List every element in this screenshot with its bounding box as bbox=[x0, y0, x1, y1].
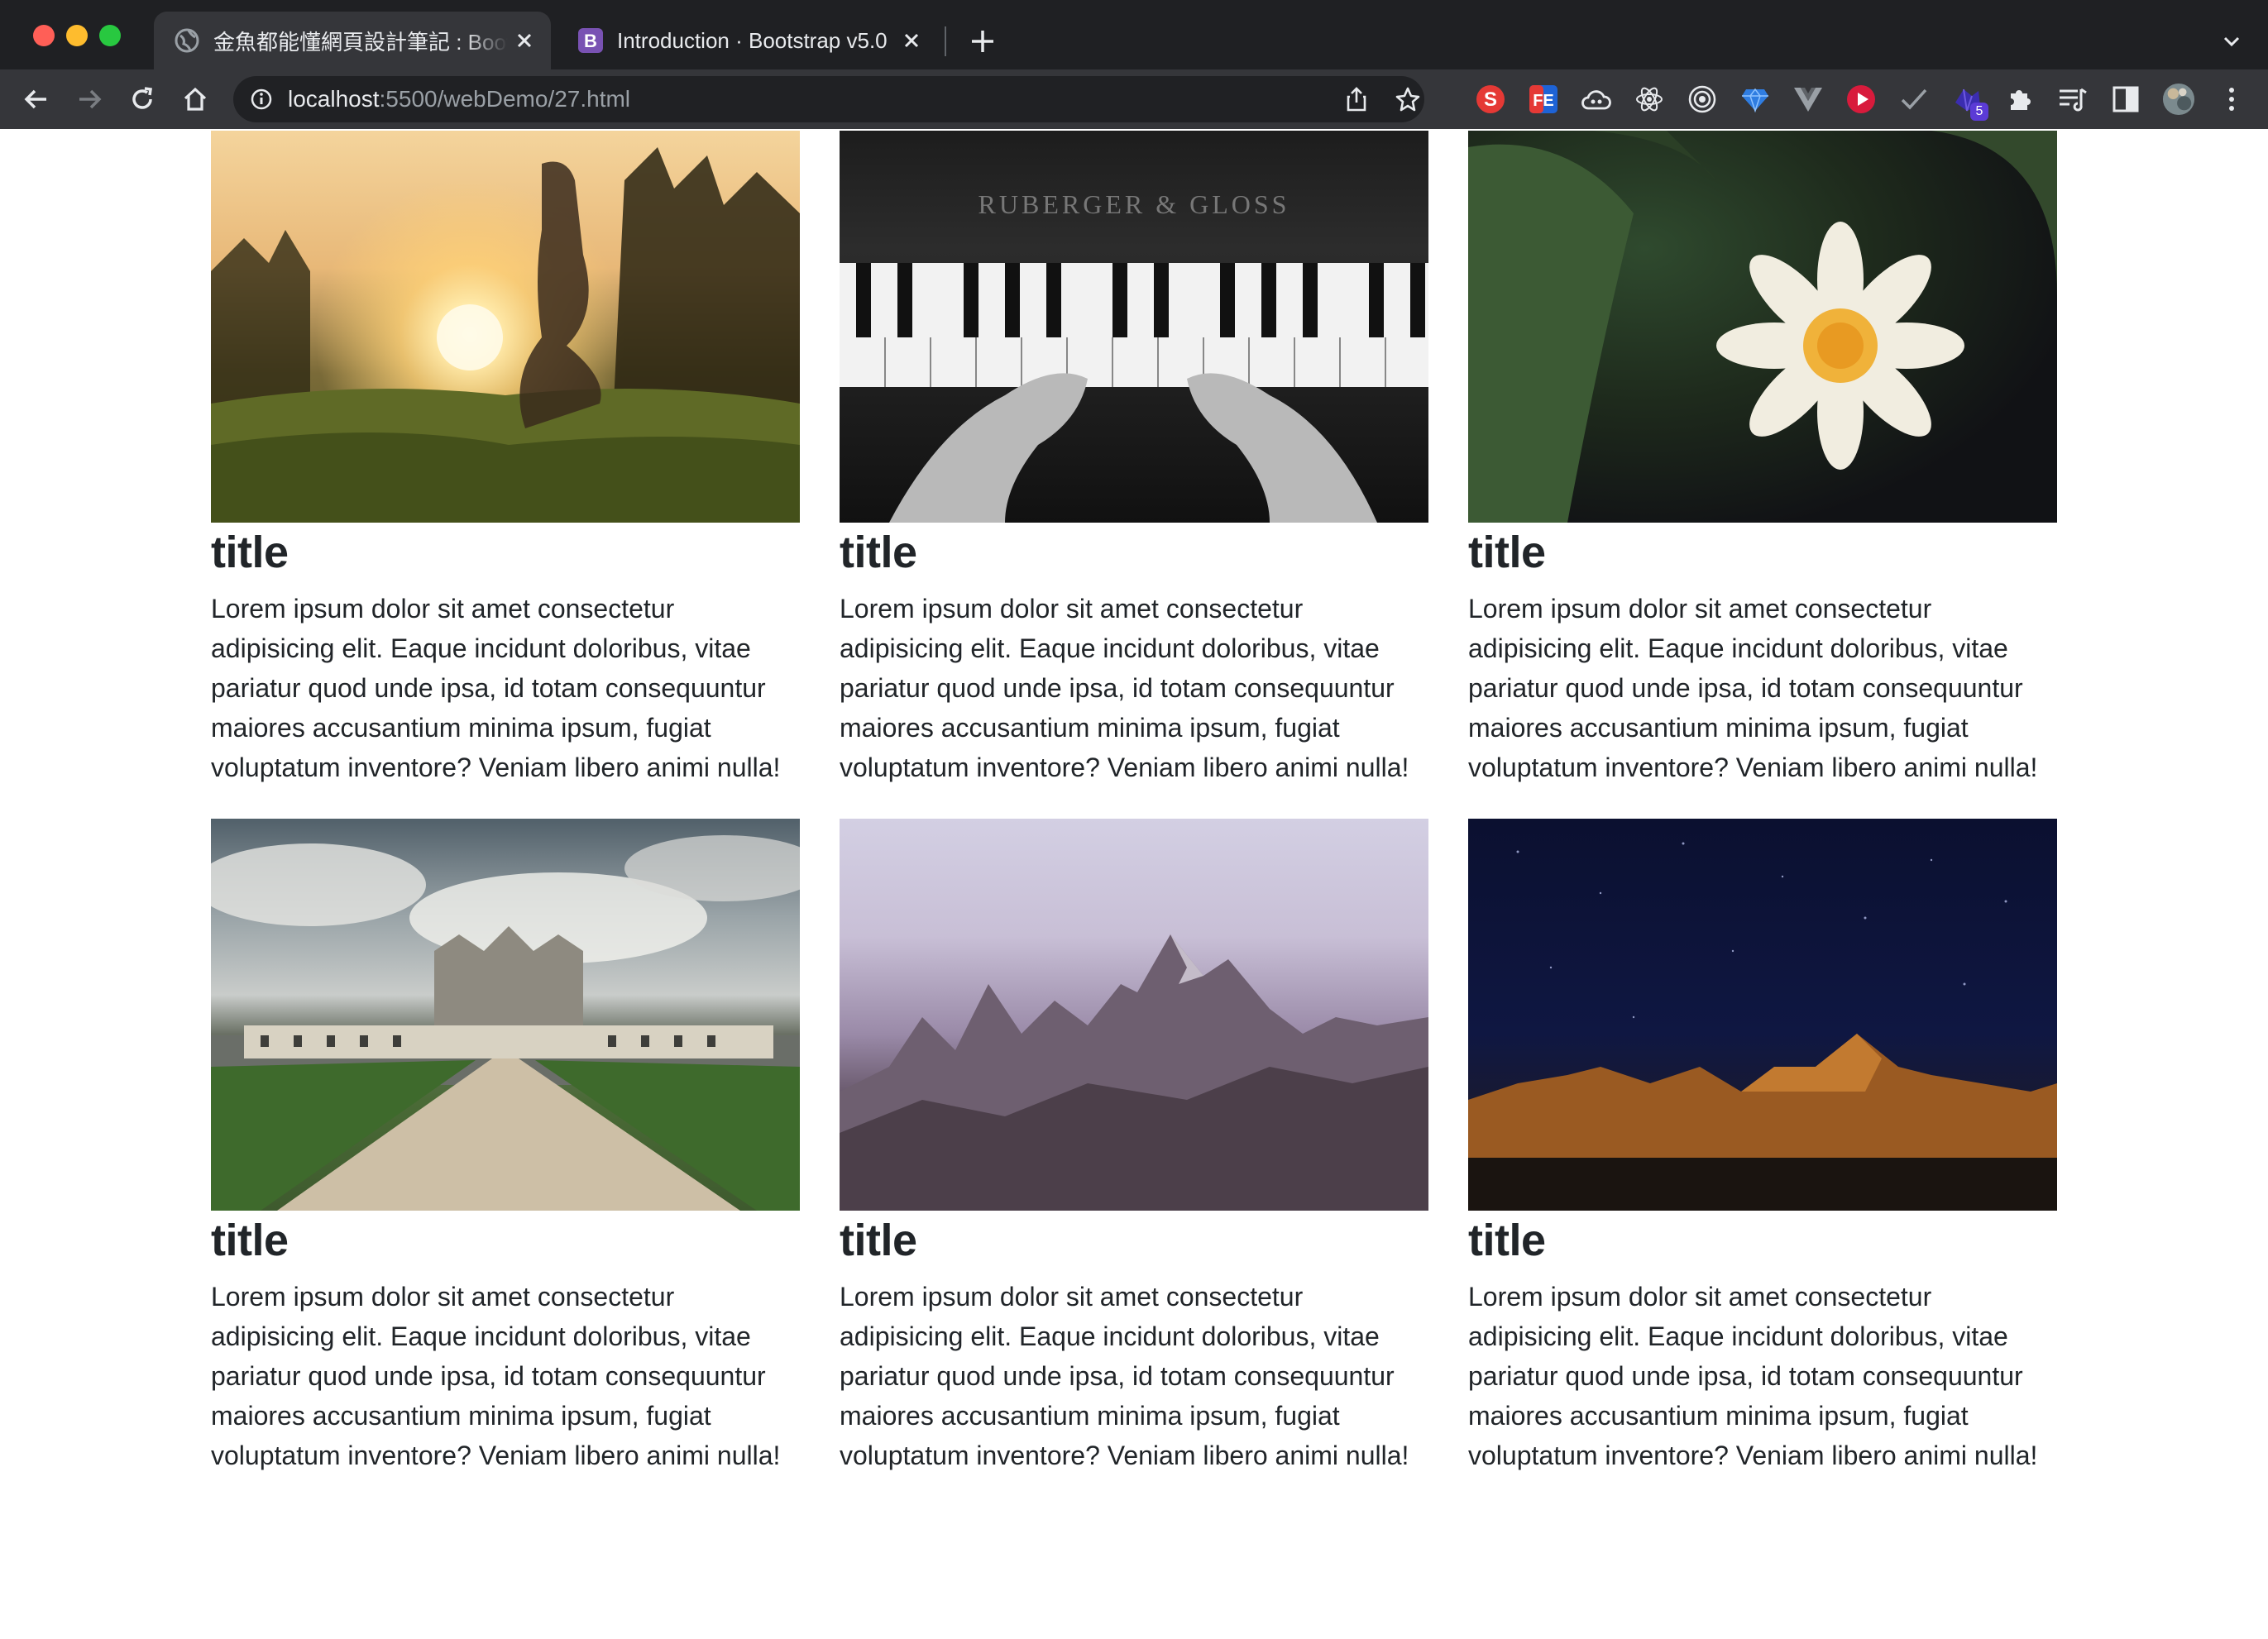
card-title: title bbox=[211, 1216, 289, 1265]
card: title Lorem ipsum dolor sit amet consect… bbox=[840, 819, 1428, 1475]
youtube-icon[interactable] bbox=[1845, 83, 1878, 116]
share-icon bbox=[1347, 87, 1366, 112]
vue-icon[interactable] bbox=[1792, 83, 1825, 116]
check-icon[interactable] bbox=[1897, 83, 1931, 116]
close-tab-icon[interactable] bbox=[508, 24, 541, 57]
globe-icon bbox=[175, 28, 199, 53]
maximize-window-button[interactable] bbox=[99, 25, 121, 46]
reload-icon bbox=[132, 87, 152, 109]
card: title Lorem ipsum dolor sit amet consect… bbox=[211, 819, 800, 1475]
extension-badge-icon[interactable]: 5 bbox=[1950, 83, 1988, 121]
home-button[interactable] bbox=[175, 79, 215, 119]
back-button[interactable] bbox=[17, 79, 56, 119]
target-icon[interactable] bbox=[1686, 83, 1719, 116]
card-title: title bbox=[211, 528, 289, 577]
card: title Lorem ipsum dolor sit amet consect… bbox=[1468, 819, 2057, 1475]
card-text: Lorem ipsum dolor sit amet consectetur a… bbox=[1468, 594, 2038, 782]
share-button[interactable] bbox=[1337, 79, 1376, 119]
reading-list-icon[interactable] bbox=[2056, 83, 2089, 116]
water-lily-photo bbox=[1468, 131, 2057, 523]
card-title: title bbox=[840, 528, 917, 577]
puzzle-icon[interactable] bbox=[2003, 83, 2036, 116]
card-text: Lorem ipsum dolor sit amet consectetur a… bbox=[1468, 1282, 2038, 1470]
card-title: title bbox=[1468, 528, 1546, 577]
night-desert-photo bbox=[1468, 819, 2057, 1211]
arrow-left-icon bbox=[24, 89, 46, 109]
tab-title: Introduction · Bootstrap v5.0 bbox=[617, 27, 888, 53]
close-tab-icon[interactable] bbox=[895, 24, 928, 57]
close-window-button[interactable] bbox=[33, 25, 55, 46]
girl-sunset-photo bbox=[211, 131, 800, 523]
tab-title: 金魚都能懂網頁設計筆記 : Bootstr bbox=[213, 29, 508, 55]
tab-search-button[interactable] bbox=[2215, 25, 2248, 58]
tab-separator bbox=[945, 26, 946, 56]
svg-text:RUBERGER & GLOSS: RUBERGER & GLOSS bbox=[978, 189, 1290, 219]
cloud-icon[interactable] bbox=[1580, 83, 1613, 116]
s-icon[interactable]: S bbox=[1474, 83, 1507, 116]
tab-active[interactable]: 金魚都能懂網頁設計筆記 : Bootstr bbox=[154, 12, 551, 69]
bootstrap-icon: B bbox=[578, 28, 603, 53]
card-text: Lorem ipsum dolor sit amet consectetur a… bbox=[840, 594, 1409, 782]
card-text: Lorem ipsum dolor sit amet consectetur a… bbox=[211, 594, 781, 782]
site-info-icon[interactable] bbox=[246, 84, 276, 114]
card: title Lorem ipsum dolor sit amet consect… bbox=[211, 131, 800, 787]
menu-icon[interactable] bbox=[2215, 83, 2248, 116]
svg-text:B: B bbox=[584, 31, 597, 51]
svg-text:FE: FE bbox=[1533, 92, 1554, 110]
card: title Lorem ipsum dolor sit amet consect… bbox=[1468, 131, 2057, 787]
arrow-right-icon bbox=[79, 89, 102, 109]
bookmark-button[interactable] bbox=[1388, 79, 1428, 119]
url-path: :5500/webDemo/27.html bbox=[379, 86, 631, 112]
sidepanel-icon[interactable] bbox=[2109, 83, 2142, 116]
card-title: title bbox=[840, 1216, 917, 1265]
browser-toolbar: localhost:5500/webDemo/27.html S FE 5 bbox=[0, 69, 2268, 129]
card: RUBERGER & GLOSS title Lorem ipsum dolor… bbox=[840, 131, 1428, 787]
avatar[interactable] bbox=[2162, 83, 2195, 116]
plus-icon bbox=[972, 31, 993, 52]
minimize-window-button[interactable] bbox=[66, 25, 88, 46]
fe-icon[interactable]: FE bbox=[1527, 83, 1560, 116]
gem-icon[interactable] bbox=[1739, 83, 1772, 116]
card-text: Lorem ipsum dolor sit amet consectetur a… bbox=[840, 1282, 1409, 1470]
forward-button[interactable] bbox=[69, 79, 109, 119]
star-icon bbox=[1395, 87, 1420, 112]
card-text: Lorem ipsum dolor sit amet consectetur a… bbox=[211, 1282, 781, 1470]
svg-text:S: S bbox=[1484, 88, 1497, 111]
home-icon bbox=[184, 87, 207, 111]
extension-badge-count: 5 bbox=[1970, 103, 1988, 121]
tab-bootstrap[interactable]: B Introduction · Bootstrap v5.0 bbox=[557, 12, 938, 69]
browser-tab-bar: 金魚都能懂網頁設計筆記 : Bootstr B Introduction · B… bbox=[0, 0, 2268, 69]
card-title: title bbox=[1468, 1216, 1546, 1265]
react-icon[interactable] bbox=[1633, 83, 1666, 116]
new-tab-button[interactable] bbox=[964, 23, 1001, 60]
address-bar[interactable]: localhost:5500/webDemo/27.html bbox=[233, 76, 1424, 122]
card-grid: title Lorem ipsum dolor sit amet consect… bbox=[211, 131, 2058, 1475]
url-text[interactable]: localhost:5500/webDemo/27.html bbox=[288, 76, 630, 122]
piano-hands-photo: RUBERGER & GLOSS bbox=[840, 131, 1428, 523]
url-host: localhost bbox=[288, 86, 380, 112]
chevron-down-icon bbox=[2223, 36, 2240, 47]
page-viewport: title Lorem ipsum dolor sit amet consect… bbox=[0, 129, 2268, 1639]
castle-road-photo bbox=[211, 819, 800, 1211]
mountain-peaks-photo bbox=[840, 819, 1428, 1211]
reload-button[interactable] bbox=[122, 79, 162, 119]
